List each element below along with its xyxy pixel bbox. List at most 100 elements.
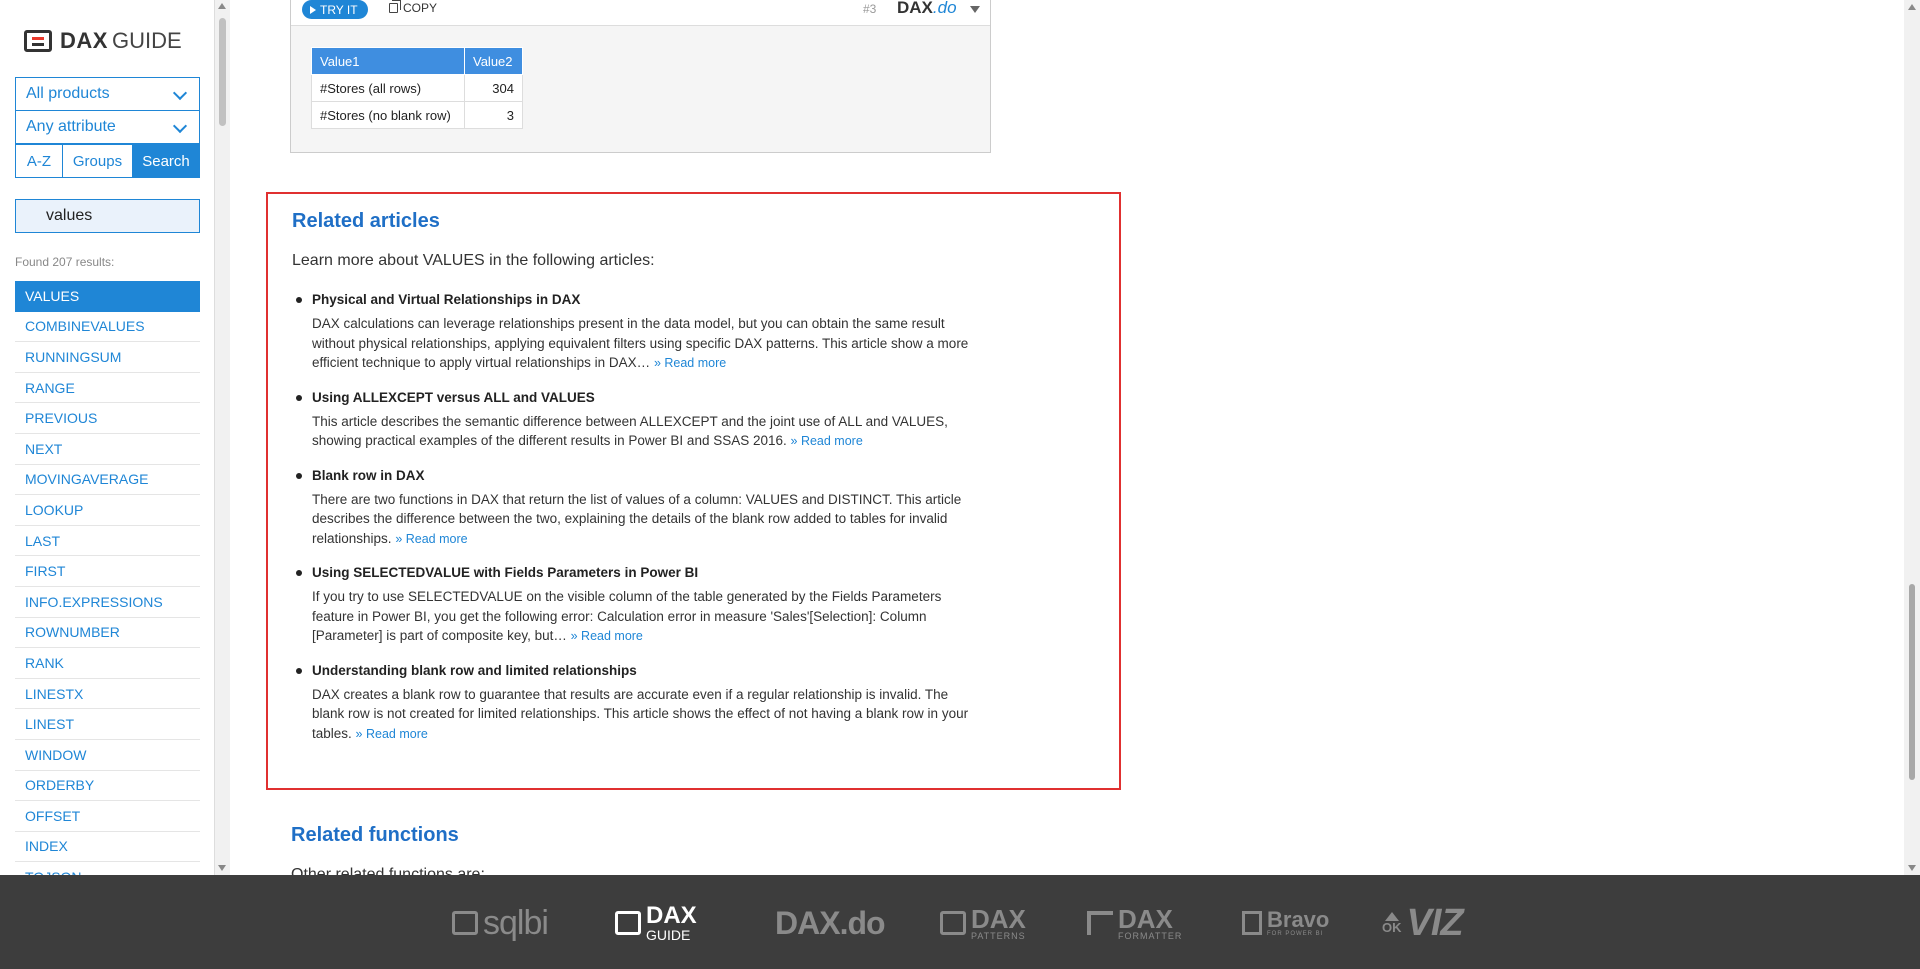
function-list-item[interactable]: RANK: [15, 648, 200, 679]
function-list-item[interactable]: TOJSON: [15, 862, 200, 875]
dax-do-link[interactable]: DAX.do: [897, 0, 957, 18]
article-description: If you try to use SELECTEDVALUE on the v…: [312, 587, 972, 647]
products-dropdown-label: All products: [26, 85, 110, 102]
function-list-item[interactable]: PREVIOUS: [15, 403, 200, 434]
function-list-item[interactable]: FIRST: [15, 556, 200, 587]
sidebar: DAX GUIDE All products Any attribute A-Z…: [0, 0, 215, 875]
article-list: Physical and Virtual Relationships in DA…: [292, 290, 972, 758]
dax-formatter-icon: [1087, 911, 1113, 935]
tab-search[interactable]: Search: [133, 145, 199, 177]
function-list-item[interactable]: INFO.EXPRESSIONS: [15, 587, 200, 618]
try-it-label: TRY IT: [320, 2, 358, 17]
list-item: Using SELECTEDVALUE with Fields Paramete…: [292, 563, 972, 647]
article-title[interactable]: Using SELECTEDVALUE with Fields Paramete…: [312, 563, 972, 583]
page-scrollbar[interactable]: [1904, 0, 1920, 875]
related-articles-section: Related articles Learn more about VALUES…: [266, 192, 1121, 790]
try-it-button[interactable]: TRY IT: [302, 0, 368, 19]
read-more-link[interactable]: » Read more: [791, 434, 863, 448]
function-list-item[interactable]: VALUES: [15, 281, 200, 312]
article-title[interactable]: Understanding blank row and limited rela…: [312, 661, 972, 681]
read-more-link[interactable]: » Read more: [356, 727, 428, 741]
function-list-item[interactable]: RANGE: [15, 373, 200, 404]
function-list-item[interactable]: LAST: [15, 526, 200, 557]
sqlbi-text: sqlbi: [483, 903, 549, 942]
caret-down-icon[interactable]: [970, 6, 980, 13]
chevron-down-icon: [172, 85, 188, 101]
table-row: #Stores (no blank row) 3: [311, 101, 523, 129]
query-result-box: TRY IT COPY #3 DAX.do Value1 Value2 #Sto…: [290, 0, 991, 153]
function-list-item[interactable]: ROWNUMBER: [15, 618, 200, 649]
footer-logo-okviz[interactable]: OK VIZ: [1382, 901, 1464, 944]
function-list-item[interactable]: COMBINEVALUES: [15, 312, 200, 343]
copy-icon: [389, 0, 401, 13]
okviz-text: VIZ: [1406, 901, 1464, 944]
main-content: TRY IT COPY #3 DAX.do Value1 Value2 #Sto…: [230, 0, 1904, 875]
footer-logo-sqlbi[interactable]: sqlbi: [452, 903, 549, 943]
related-functions-intro: Other related functions are:: [291, 866, 485, 875]
function-list-item[interactable]: ORDERBY: [15, 771, 200, 802]
table-cell: 304: [464, 74, 523, 102]
bullet-icon: [296, 472, 302, 479]
tab-a-z[interactable]: A-Z: [16, 145, 63, 177]
view-tabs: A-Z Groups Search: [15, 144, 200, 178]
function-list-item[interactable]: MOVINGAVERAGE: [15, 465, 200, 496]
article-description: DAX creates a blank row to guarantee tha…: [312, 685, 972, 745]
dax-guide-icon: [615, 911, 641, 935]
attribute-dropdown-label: Any attribute: [26, 118, 116, 135]
dax-guide-logo[interactable]: DAX GUIDE: [24, 28, 182, 54]
footer-logo-dax-do[interactable]: DAX.do: [775, 903, 886, 943]
bullet-icon: [296, 570, 302, 576]
read-more-link[interactable]: » Read more: [571, 629, 643, 643]
read-more-link[interactable]: » Read more: [395, 532, 467, 546]
function-list-item[interactable]: OFFSET: [15, 801, 200, 832]
page-scroll-thumb[interactable]: [1909, 584, 1915, 780]
function-list-item[interactable]: INDEX: [15, 832, 200, 863]
scroll-up-icon[interactable]: [1908, 4, 1916, 10]
table-cell: #Stores (all rows): [311, 74, 465, 102]
function-list: VALUES COMBINEVALUES RUNNINGSUM RANGE PREVIO…: [15, 281, 200, 875]
table-row: #Stores (all rows) 304: [311, 74, 523, 102]
function-list-item[interactable]: LINESTX: [15, 679, 200, 710]
scroll-down-icon[interactable]: [1908, 865, 1916, 871]
sidebar-scroll-thumb[interactable]: [219, 18, 226, 126]
function-list-item[interactable]: LINEST: [15, 709, 200, 740]
sidebar-scrollbar[interactable]: [215, 0, 230, 875]
tab-groups[interactable]: Groups: [63, 145, 133, 177]
function-list-item[interactable]: NEXT: [15, 434, 200, 465]
query-toolbar: TRY IT COPY #3 DAX.do: [291, 0, 990, 26]
footer-logo-bravo[interactable]: Bravo FOR POWER BI: [1242, 903, 1329, 943]
dax-patterns-text: DAX: [971, 903, 1026, 934]
read-more-link[interactable]: » Read more: [654, 356, 726, 370]
products-dropdown[interactable]: All products: [15, 77, 200, 111]
bullet-icon: [296, 297, 302, 303]
sqlbi-icon: [452, 911, 478, 935]
footer-logo-dax-patterns[interactable]: DAX PATTERNS: [940, 903, 1026, 943]
bravo-text: Bravo: [1267, 907, 1330, 932]
copy-button[interactable]: COPY: [389, 0, 437, 15]
related-functions-title: Related functions: [291, 824, 459, 846]
dax-guide-footer-text: DAX: [646, 902, 697, 929]
play-icon: [310, 5, 316, 14]
article-title[interactable]: Blank row in DAX: [312, 466, 972, 486]
okviz-ok: OK: [1382, 920, 1402, 935]
article-title[interactable]: Using ALLEXCEPT versus ALL and VALUES: [312, 388, 972, 408]
article-title[interactable]: Physical and Virtual Relationships in DA…: [312, 290, 972, 310]
article-text: DAX calculations can leverage relationsh…: [312, 316, 969, 370]
footer-logo-dax-guide[interactable]: DAX GUIDE: [615, 903, 697, 943]
footer-logo-dax-formatter[interactable]: DAX FORMATTER: [1087, 903, 1182, 943]
function-list-item[interactable]: WINDOW: [15, 740, 200, 771]
table-cell: #Stores (no blank row): [311, 101, 465, 129]
scroll-down-icon[interactable]: [218, 865, 226, 871]
bravo-icon: [1242, 911, 1262, 935]
search-input[interactable]: values: [15, 199, 200, 233]
footer: sqlbi DAX GUIDE DAX.do DAX PATTERNS DAX …: [0, 875, 1920, 969]
table-header: Value1: [311, 47, 465, 75]
related-articles-intro: Learn more about VALUES in the following…: [292, 252, 655, 269]
scroll-up-icon[interactable]: [218, 3, 226, 9]
table-header: Value2: [464, 47, 523, 75]
function-list-item[interactable]: LOOKUP: [15, 495, 200, 526]
attribute-dropdown[interactable]: Any attribute: [15, 110, 200, 144]
list-item: Physical and Virtual Relationships in DA…: [292, 290, 972, 374]
function-list-item[interactable]: RUNNINGSUM: [15, 342, 200, 373]
logo-guide-text: GUIDE: [111, 28, 182, 53]
